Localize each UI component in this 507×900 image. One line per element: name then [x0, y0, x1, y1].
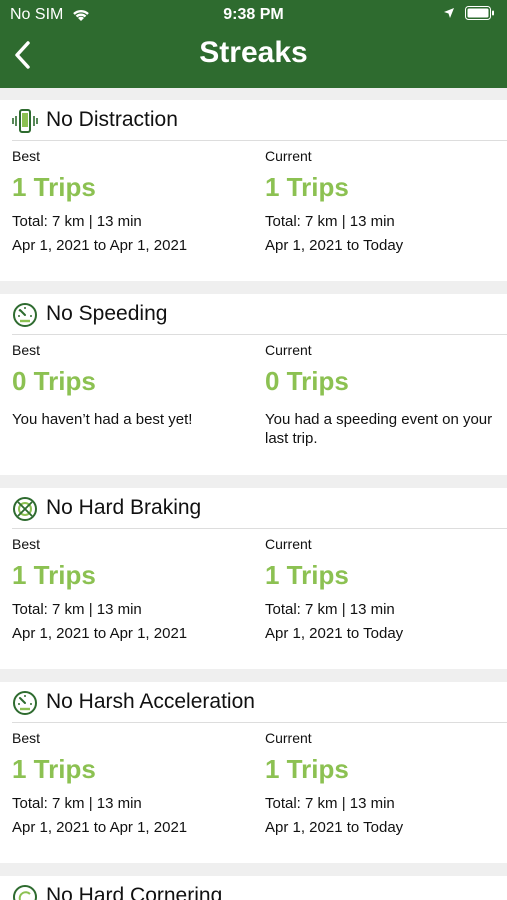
best-range: Apr 1, 2021 to Apr 1, 2021 — [12, 819, 188, 836]
current-column: Current 0 Trips You had a speeding event… — [265, 342, 500, 448]
current-label: Current — [265, 730, 312, 746]
best-range: Apr 1, 2021 to Apr 1, 2021 — [12, 625, 188, 642]
best-column: Best 0 Trips You haven’t had a best yet! — [12, 342, 242, 429]
current-column: Current 1 Trips Total: 7 km | 13 min Apr… — [265, 148, 500, 254]
best-trips: 1 Trips — [12, 754, 96, 784]
current-range: Apr 1, 2021 to Today — [265, 237, 404, 254]
battery-icon — [465, 6, 494, 20]
divider — [12, 140, 507, 141]
divider — [12, 528, 507, 529]
best-total: Total: 7 km | 13 min — [12, 213, 142, 230]
current-column: Current 1 Trips Total: 7 km | 13 min Apr… — [265, 730, 500, 836]
page-title: Streaks — [199, 36, 308, 69]
streak-title: No Harsh Acceleration — [46, 690, 255, 713]
streak-title: No Speeding — [46, 302, 168, 325]
best-total: Total: 7 km | 13 min — [12, 795, 142, 812]
phone-vibrate-icon — [12, 109, 38, 133]
brake-icon — [13, 497, 37, 521]
streak-card-no-distraction: No Distraction Best 1 Trips Total: 7 km … — [0, 100, 507, 281]
current-label: Current — [265, 342, 312, 358]
best-total: Total: 7 km | 13 min — [12, 601, 142, 618]
clock: 9:38 PM — [223, 6, 284, 23]
current-total: Total: 7 km | 13 min — [265, 213, 395, 230]
streak-card-no-harsh-acceleration: No Harsh Acceleration Best 1 Trips Total… — [0, 682, 507, 863]
current-label: Current — [265, 536, 312, 552]
current-total: Total: 7 km | 13 min — [265, 601, 395, 618]
current-total: Total: 7 km | 13 min — [265, 795, 395, 812]
current-label: Current — [265, 148, 312, 164]
best-trips: 0 Trips — [12, 366, 96, 396]
cornering-icon — [13, 885, 37, 900]
best-range: Apr 1, 2021 to Apr 1, 2021 — [12, 237, 188, 254]
streak-title: No Hard Cornering — [46, 884, 223, 900]
status-bar: No SIM 9:38 PM — [0, 6, 507, 26]
streak-card-no-speeding: No Speeding Best 0 Trips You haven’t had… — [0, 294, 507, 475]
app-header: No SIM 9:38 PM Streaks — [0, 0, 507, 88]
divider — [12, 722, 507, 723]
speedometer-icon — [13, 303, 37, 327]
best-label: Best — [12, 536, 41, 552]
current-column: Current 1 Trips Total: 7 km | 13 min Apr… — [265, 536, 500, 642]
current-range: Apr 1, 2021 to Today — [265, 625, 404, 642]
best-label: Best — [12, 730, 41, 746]
best-trips: 1 Trips — [12, 560, 96, 590]
current-trips: 1 Trips — [265, 172, 349, 202]
streak-card-no-hard-braking: No Hard Braking Best 1 Trips Total: 7 km… — [0, 488, 507, 669]
best-label: Best — [12, 148, 41, 164]
best-label: Best — [12, 342, 41, 358]
current-trips: 1 Trips — [265, 754, 349, 784]
best-column: Best 1 Trips Total: 7 km | 13 min Apr 1,… — [12, 536, 242, 642]
streak-title: No Hard Braking — [46, 496, 202, 519]
current-trips: 1 Trips — [265, 560, 349, 590]
best-message: You haven’t had a best yet! — [12, 411, 193, 428]
speedometer-icon — [13, 691, 37, 715]
current-range: Apr 1, 2021 to Today — [265, 819, 404, 836]
location-arrow-icon — [444, 8, 454, 18]
streak-title: No Distraction — [46, 108, 178, 131]
current-message: You had a speeding event on your last tr… — [265, 411, 493, 447]
best-column: Best 1 Trips Total: 7 km | 13 min Apr 1,… — [12, 148, 242, 254]
current-trips: 0 Trips — [265, 366, 349, 396]
best-column: Best 1 Trips Total: 7 km | 13 min Apr 1,… — [12, 730, 242, 836]
best-trips: 1 Trips — [12, 172, 96, 202]
divider — [12, 334, 507, 335]
streak-card-no-hard-cornering: No Hard Cornering — [0, 876, 507, 900]
